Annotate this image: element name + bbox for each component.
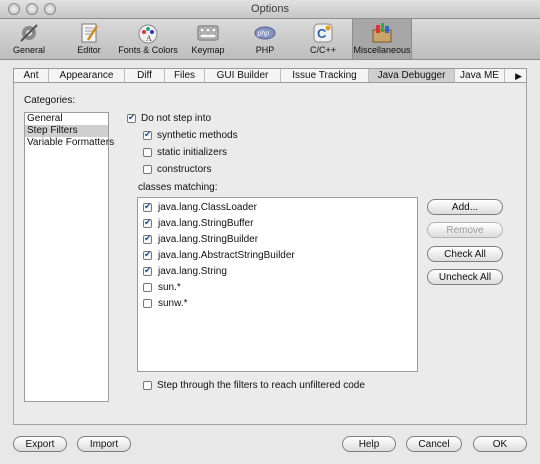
list-item[interactable]: java.lang.StringBuilder [138, 233, 417, 247]
tab-strip: Ant Appearance Diff Files GUI Builder Is… [13, 68, 527, 83]
tab-ant[interactable]: Ant [14, 69, 49, 82]
window-title: Options [251, 3, 289, 15]
class-checkbox[interactable] [143, 249, 152, 260]
category-variable-formatters[interactable]: Variable Formatters [25, 137, 114, 149]
categories-label: Categories: [24, 95, 76, 106]
tab-files[interactable]: Files [165, 69, 205, 82]
category-general[interactable]: General [25, 113, 108, 125]
toolbar-general[interactable]: General [0, 19, 58, 59]
check-all-button[interactable]: Check All [427, 246, 503, 262]
list-item[interactable]: java.lang.String [138, 265, 417, 279]
toolbar-keymap-label: Keymap [191, 45, 225, 55]
list-item[interactable]: sun.* [138, 281, 417, 295]
editor-icon [81, 23, 99, 43]
close-window-button[interactable] [8, 3, 20, 15]
step-through-label: Step through the filters to reach unfilt… [157, 380, 365, 391]
gear-icon [20, 24, 38, 42]
class-name: java.lang.String [158, 266, 227, 277]
class-name: java.lang.StringBuffer [158, 218, 254, 229]
categories-list: General Step Filters Variable Formatters [24, 112, 114, 402]
list-item[interactable]: java.lang.StringBuffer [138, 217, 417, 231]
class-checkbox[interactable] [143, 201, 152, 212]
list-item[interactable]: sunw.* [138, 297, 417, 311]
uncheck-all-button[interactable]: Uncheck All [427, 269, 503, 285]
list-item[interactable]: java.lang.ClassLoader [138, 201, 417, 215]
tab-gui-builder[interactable]: GUI Builder [205, 69, 281, 82]
toolbar-fonts-colors[interactable]: A Fonts & Colors [118, 19, 178, 59]
options-toolbar: General Editor A Fonts & Colors Keymap p… [0, 19, 540, 60]
php-icon: php [254, 26, 276, 40]
svg-text:php: php [257, 31, 270, 38]
minimize-window-button[interactable] [26, 3, 38, 15]
tab-java-debugger[interactable]: Java Debugger [369, 69, 455, 82]
step-through-checkbox[interactable] [143, 381, 152, 390]
toolbar-cpp-label: C/C++ [309, 45, 336, 55]
class-checkbox[interactable] [143, 265, 152, 276]
add-button[interactable]: Add... [427, 199, 503, 215]
title-bar: Options [0, 0, 540, 19]
tab-issue-tracking[interactable]: Issue Tracking [281, 69, 369, 82]
class-checkbox[interactable] [143, 299, 152, 308]
synthetic-methods-checkbox[interactable] [143, 129, 152, 140]
toolbar-editor-label: Editor [77, 45, 101, 55]
do-not-step-into-checkbox[interactable] [127, 112, 136, 123]
tab-scroll-right-icon[interactable]: ▶ [515, 71, 522, 82]
svg-text:A: A [146, 34, 152, 43]
class-checkbox[interactable] [143, 283, 152, 292]
help-button[interactable]: Help [342, 436, 396, 452]
toolbar-cpp[interactable]: C C/C++ [294, 19, 352, 59]
zoom-window-button[interactable] [44, 3, 56, 15]
constructors-checkbox[interactable] [143, 165, 152, 174]
palette-icon: A [138, 24, 158, 44]
list-item[interactable]: java.lang.AbstractStringBuilder [138, 249, 417, 263]
toolbar-miscellaneous-label: Miscellaneous [353, 45, 411, 55]
synthetic-methods-label: synthetic methods [157, 130, 238, 141]
tab-diff[interactable]: Diff [125, 69, 165, 82]
toolbar-editor[interactable]: Editor [60, 19, 118, 59]
class-name: java.lang.StringBuilder [158, 234, 259, 245]
tab-java-me[interactable]: Java ME [455, 69, 505, 82]
class-name: sunw.* [158, 298, 188, 309]
class-name: java.lang.ClassLoader [158, 202, 257, 213]
static-initializers-checkbox[interactable] [143, 148, 152, 157]
cancel-button[interactable]: Cancel [406, 436, 462, 452]
import-button[interactable]: Import [77, 436, 131, 452]
classes-matching-label: classes matching: [138, 182, 218, 193]
toolbar-general-label: General [12, 45, 46, 55]
category-step-filters[interactable]: Step Filters [25, 125, 108, 137]
toolbar-php[interactable]: php PHP [238, 19, 292, 59]
classes-matching-list: java.lang.ClassLoader java.lang.StringBu… [137, 197, 418, 372]
toolbar-keymap[interactable]: Keymap [180, 19, 236, 59]
class-name: sun.* [158, 282, 181, 293]
ok-button[interactable]: OK [473, 436, 527, 452]
do-not-step-into-label: Do not step into [141, 113, 212, 124]
toolbar-fonts-colors-label: Fonts & Colors [118, 45, 178, 55]
export-button[interactable]: Export [13, 436, 67, 452]
constructors-label: constructors [157, 164, 212, 175]
toolbar-php-label: PHP [255, 45, 275, 55]
keyboard-icon [197, 25, 219, 41]
static-initializers-label: static initializers [157, 147, 228, 158]
remove-button[interactable]: Remove [427, 222, 503, 238]
cpp-icon: C [313, 23, 333, 43]
tab-appearance[interactable]: Appearance [49, 69, 125, 82]
class-checkbox[interactable] [143, 233, 152, 244]
class-checkbox[interactable] [143, 217, 152, 228]
toolbar-miscellaneous[interactable]: Miscellaneous [352, 19, 412, 59]
misc-icon [372, 23, 392, 43]
class-name: java.lang.AbstractStringBuilder [158, 250, 295, 261]
svg-text:C: C [317, 26, 327, 41]
